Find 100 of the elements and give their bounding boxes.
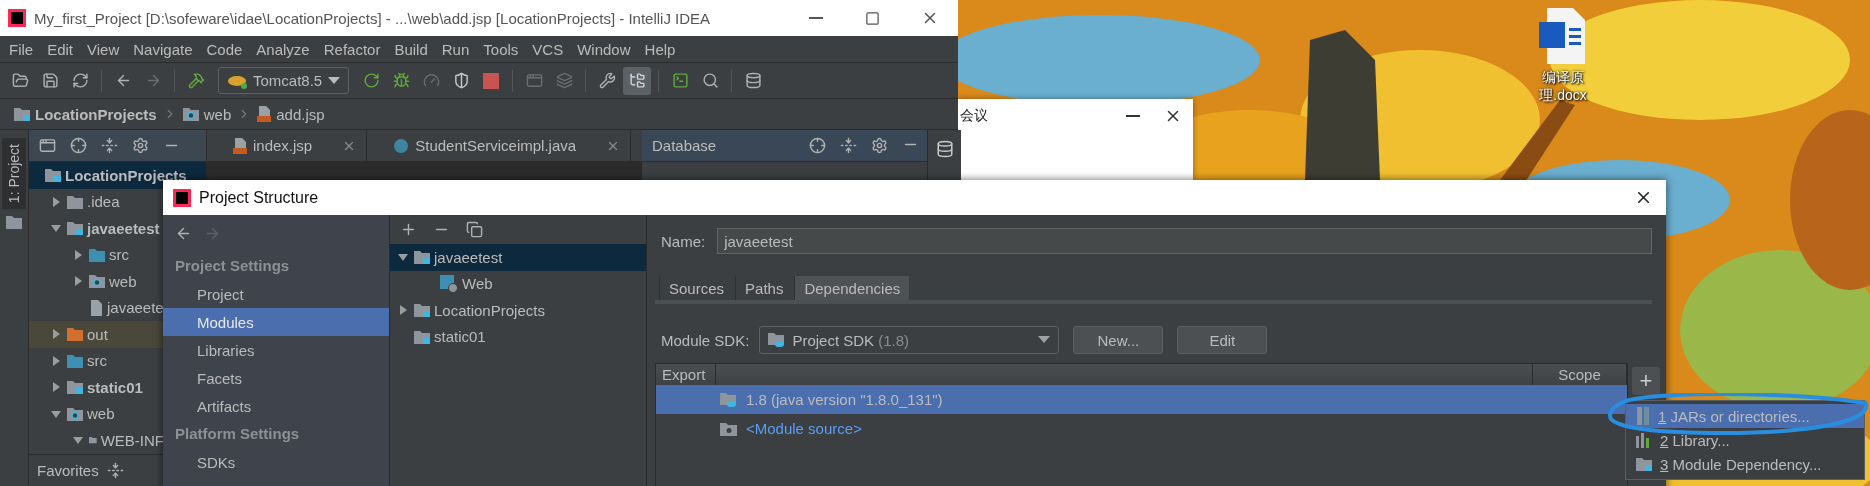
breadcrumb-item[interactable]: web — [180, 105, 234, 123]
view-icon[interactable] — [39, 137, 56, 154]
collapsed-arrow-icon[interactable] — [51, 329, 61, 340]
tab[interactable]: Sources — [659, 276, 734, 300]
menu-item[interactable]: Navigate — [126, 36, 200, 62]
collapsed-arrow-icon[interactable] — [51, 196, 61, 207]
add-icon[interactable] — [400, 221, 417, 238]
editor-tab[interactable]: StudentServiceimpl.java — [367, 130, 632, 161]
sdk-dropdown[interactable]: Project SDK (1.8) — [759, 326, 1060, 354]
menu-item[interactable]: File — [2, 36, 41, 62]
settings-icon[interactable] — [871, 137, 888, 154]
maximize-icon — [865, 10, 880, 26]
dialog-button[interactable]: New... — [1073, 326, 1164, 354]
tree-item[interactable]: LocationProjects — [29, 162, 206, 189]
menu-item[interactable]: Run — [434, 36, 477, 62]
wrench-icon[interactable] — [598, 72, 616, 89]
database-icon[interactable] — [935, 140, 954, 158]
menu-item[interactable]: Build — [387, 36, 435, 62]
collapsed-arrow-icon[interactable] — [73, 249, 83, 260]
back-icon[interactable] — [175, 225, 192, 242]
dependency-row[interactable]: <Module source> — [656, 414, 1627, 443]
tree-item[interactable]: out — [29, 321, 164, 348]
source-folder-icon — [89, 247, 105, 262]
tree-item[interactable]: Web — [390, 270, 646, 297]
copy-icon[interactable] — [466, 221, 483, 238]
tree-item[interactable]: static01 — [29, 374, 164, 401]
hammer-icon[interactable] — [187, 72, 205, 89]
nav-item[interactable]: Modules — [163, 308, 389, 336]
rerun-icon[interactable] — [362, 72, 380, 89]
locate-icon[interactable] — [70, 137, 87, 154]
add-button[interactable]: + — [1632, 367, 1660, 395]
expanded-arrow-icon[interactable] — [398, 252, 408, 263]
menu-item[interactable]: 3 Module Dependency... — [1626, 452, 1864, 476]
collapsed-arrow-icon[interactable] — [398, 305, 408, 316]
search-icon[interactable] — [701, 72, 719, 89]
expanded-arrow-icon[interactable] — [73, 435, 83, 446]
tree-item[interactable]: web — [29, 400, 164, 427]
tree-item[interactable]: WEB-INF — [29, 427, 164, 454]
module-folder-icon — [414, 303, 430, 318]
project-structure-button[interactable] — [623, 66, 652, 95]
open-folder-icon[interactable] — [11, 72, 29, 89]
database-icon[interactable] — [744, 72, 762, 89]
folder-icon — [67, 194, 83, 209]
expanded-arrow-icon[interactable] — [51, 223, 61, 234]
profile-icon[interactable] — [452, 72, 470, 89]
tree-item[interactable]: LocationProjects — [390, 297, 646, 324]
menu-item[interactable]: Code — [199, 36, 250, 62]
nav-item[interactable]: Libraries — [163, 336, 389, 364]
caret-icon — [1038, 336, 1051, 344]
menu-item[interactable]: 2 Library... — [1626, 428, 1864, 452]
word-document-icon[interactable] — [1539, 8, 1587, 64]
module-folder-icon — [1636, 457, 1652, 471]
collapsed-arrow-icon[interactable] — [73, 276, 83, 287]
tree-item[interactable]: javaeete — [29, 294, 164, 321]
run-config-dropdown[interactable]: Tomcat8.5 — [218, 67, 350, 94]
tab[interactable]: Dependencies — [794, 276, 910, 300]
dialog-button[interactable]: Edit — [1177, 326, 1268, 354]
tree-item[interactable]: src — [29, 241, 164, 268]
collapsed-arrow-icon[interactable] — [51, 382, 61, 393]
section-heading: Project Settings — [174, 256, 291, 276]
collapse-icon[interactable] — [840, 137, 857, 154]
tree-item[interactable]: .idea — [29, 188, 164, 215]
stop-icon[interactable] — [483, 72, 500, 89]
breadcrumb-item[interactable]: add.jsp — [255, 105, 327, 123]
terminal-icon[interactable] — [671, 72, 689, 89]
nav-item[interactable]: Project — [163, 280, 389, 308]
collapse-icon[interactable] — [106, 462, 124, 479]
tree-item[interactable]: javaeetest — [390, 244, 646, 271]
deploy-icon[interactable] — [555, 72, 573, 89]
tree-item[interactable]: static01 — [390, 323, 646, 350]
menu-item[interactable]: Analyze — [249, 36, 317, 62]
tool-window-tab[interactable]: 1: Project — [2, 138, 26, 210]
nav-item[interactable]: Artifacts — [163, 392, 389, 420]
menu-item[interactable]: Refactor — [316, 36, 388, 62]
settings-icon[interactable] — [132, 137, 149, 154]
tree-item[interactable]: src — [29, 347, 164, 374]
update-icon[interactable] — [525, 72, 543, 89]
nav-item[interactable]: Facets — [163, 364, 389, 392]
menu-item[interactable]: Window — [570, 36, 638, 62]
tree-item[interactable]: web — [29, 268, 164, 295]
collapsed-arrow-icon[interactable] — [51, 355, 61, 366]
expanded-arrow-icon[interactable] — [51, 408, 61, 419]
menu-item[interactable]: VCS — [525, 36, 571, 62]
folder-tree-icon — [628, 72, 646, 89]
bug-icon[interactable] — [392, 72, 410, 89]
breadcrumb-item[interactable]: LocationProjects — [12, 105, 159, 123]
locate-icon[interactable] — [809, 137, 826, 154]
save-icon[interactable] — [41, 72, 59, 89]
sync-icon[interactable] — [71, 72, 89, 89]
nav-item[interactable]: SDKs — [163, 448, 389, 476]
tab[interactable]: Paths — [735, 276, 793, 300]
menu-item[interactable]: Help — [637, 36, 683, 62]
menu-item[interactable]: Edit — [40, 36, 81, 62]
editor-tab[interactable]: index.jsp — [207, 130, 368, 161]
collapse-icon[interactable] — [101, 137, 118, 154]
menu-item[interactable]: Tools — [476, 36, 526, 62]
coverage-icon[interactable] — [422, 72, 440, 89]
menu-item[interactable]: View — [80, 36, 127, 62]
tree-item[interactable]: javaeetest — [29, 215, 164, 242]
name-field[interactable]: javaeetest — [717, 228, 1652, 254]
